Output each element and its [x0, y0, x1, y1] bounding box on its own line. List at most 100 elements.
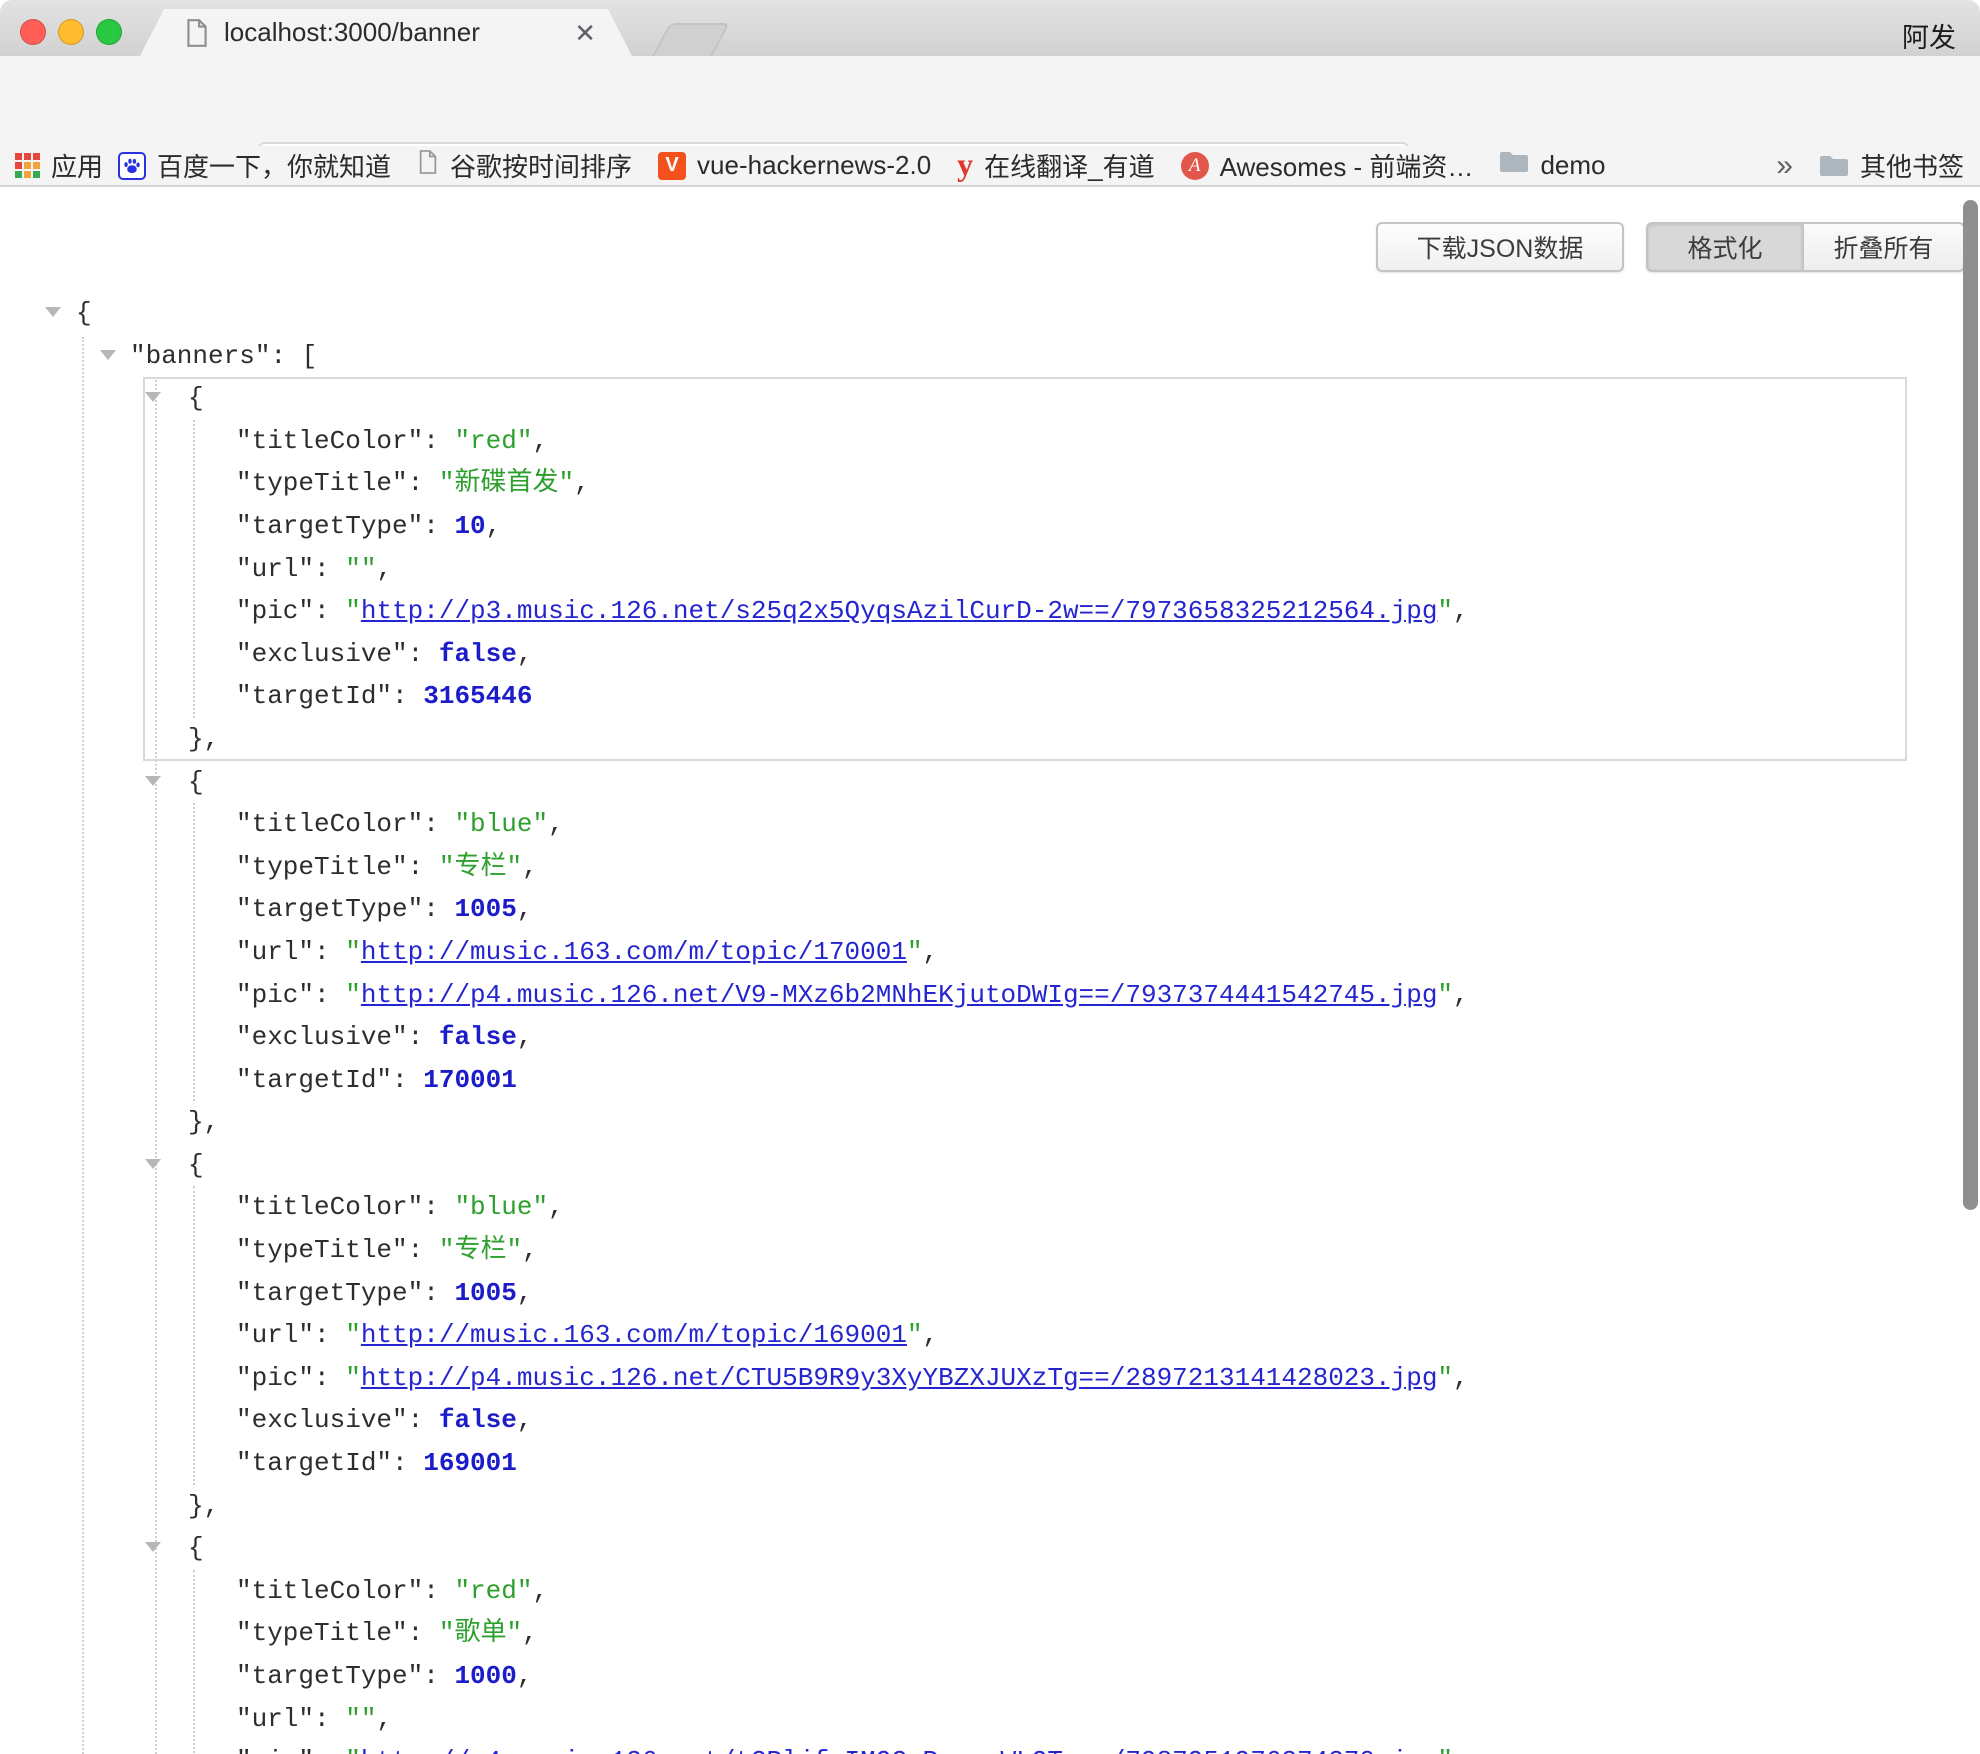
json-punctuation: , — [522, 852, 538, 882]
json-punctuation: : — [408, 639, 439, 669]
indent-guide — [193, 803, 195, 1101]
json-key: "url" — [236, 1320, 314, 1350]
json-link[interactable]: http://music.163.com/m/topic/170001 — [361, 937, 907, 967]
json-punctuation: , — [548, 809, 564, 839]
json-link[interactable]: http://p4.music.126.net/V9-MXz6b2MNhEKju… — [361, 980, 1438, 1010]
json-key: "url" — [236, 937, 314, 967]
new-tab-button[interactable] — [650, 23, 730, 60]
json-key: "titleColor" — [236, 1576, 423, 1606]
json-number-value: 1005 — [454, 894, 516, 924]
json-key: "pic" — [236, 596, 314, 626]
json-string-value: " — [345, 980, 361, 1010]
json-entry-targetType: "targetType": 1000, — [143, 1655, 1907, 1698]
collapse-triangle-icon[interactable] — [100, 350, 116, 360]
bookmark-item-1[interactable]: 谷歌按时间排序 — [417, 147, 632, 184]
json-punctuation: }, — [188, 1107, 219, 1137]
json-string-value: "专栏" — [439, 852, 522, 882]
traffic-lights — [20, 19, 122, 45]
apps-shortcut[interactable]: 应用 — [15, 147, 103, 184]
json-punctuation: : — [314, 554, 345, 584]
json-entry-exclusive: "exclusive": false, — [143, 1016, 1907, 1059]
json-punctuation: : [ — [270, 341, 317, 371]
json-string-value: "专栏" — [439, 1235, 522, 1265]
json-string-value: " — [345, 1363, 361, 1393]
json-link[interactable]: http://p4.music.126.net/tGPljf-IMOCyPvum… — [361, 1746, 1438, 1754]
json-punctuation: }, — [188, 724, 219, 754]
json-punctuation: , — [532, 426, 548, 456]
json-key: "typeTitle" — [236, 1618, 408, 1648]
json-punctuation: , — [517, 1405, 533, 1435]
json-link[interactable]: http://p4.music.126.net/CTU5B9R9y3XyYBZX… — [361, 1363, 1438, 1393]
zoom-window-button[interactable] — [96, 19, 122, 45]
close-window-button[interactable] — [20, 19, 46, 45]
profile-name[interactable]: 阿发 — [1902, 16, 1956, 55]
json-punctuation: : — [392, 681, 423, 711]
collapse-triangle-icon[interactable] — [145, 776, 161, 786]
json-tree: {"banners": [{"titleColor": "red","typeT… — [0, 187, 1980, 1754]
collapse-triangle-icon[interactable] — [145, 1159, 161, 1169]
json-key: "targetType" — [236, 1278, 423, 1308]
json-key: "titleColor" — [236, 426, 423, 456]
json-object-open: { — [143, 1527, 1907, 1570]
indent-guide — [193, 1186, 195, 1484]
json-entry-exclusive: "exclusive": false, — [143, 1399, 1907, 1442]
json-string-value: "red" — [454, 1576, 532, 1606]
browser-tab[interactable]: localhost:3000/banner ✕ — [140, 9, 632, 56]
json-punctuation: , — [522, 1618, 538, 1648]
collapse-triangle-icon[interactable] — [45, 307, 61, 317]
json-entry-pic: "pic": "http://p4.music.126.net/tGPljf-I… — [143, 1740, 1907, 1754]
json-punctuation: { — [76, 298, 92, 328]
bookmarks-overflow-chevron[interactable]: » — [1776, 149, 1793, 183]
bookmark-item-4[interactable]: AAwesomes - 前端资… — [1181, 147, 1474, 184]
json-punctuation: : — [423, 1192, 454, 1222]
json-number-value: 10 — [454, 511, 485, 541]
json-key: "url" — [236, 1704, 314, 1734]
json-punctuation: : — [408, 468, 439, 498]
indent-guide — [193, 1570, 195, 1754]
json-string-value: " — [345, 1746, 361, 1754]
json-entry-titleColor: "titleColor": "red", — [143, 420, 1907, 463]
json-string-value: "red" — [454, 426, 532, 456]
json-string-value: " — [907, 1320, 923, 1350]
tab-title: localhost:3000/banner — [224, 17, 480, 48]
json-punctuation: : — [423, 809, 454, 839]
json-punctuation: : — [314, 596, 345, 626]
collapse-triangle-icon[interactable] — [145, 392, 161, 402]
json-key: "typeTitle" — [236, 1235, 408, 1265]
bookmark-item-3[interactable]: y 在线翻译_有道 — [957, 147, 1154, 184]
json-link[interactable]: http://music.163.com/m/topic/169001 — [361, 1320, 907, 1350]
json-number-value: false — [439, 1405, 517, 1435]
collapse-triangle-icon[interactable] — [145, 1542, 161, 1552]
json-number-value: false — [439, 1022, 517, 1052]
bookmark-item-2[interactable]: Vvue-hackernews-2.0 — [658, 150, 931, 181]
json-string-value: " — [1437, 980, 1453, 1010]
json-key: "typeTitle" — [236, 852, 408, 882]
json-string-value: " — [345, 596, 361, 626]
json-key: "targetType" — [236, 511, 423, 541]
json-link[interactable]: http://p3.music.126.net/s25q2x5QyqsAzilC… — [361, 596, 1438, 626]
bookmark-label: 在线翻译_有道 — [984, 147, 1154, 184]
json-entry-typeTitle: "typeTitle": "专栏", — [143, 1229, 1907, 1272]
browser-window: localhost:3000/banner ✕ 阿发 localhost:300… — [0, 0, 1980, 1754]
other-bookmarks-folder[interactable]: 其他书签 — [1819, 147, 1964, 184]
minimize-window-button[interactable] — [58, 19, 84, 45]
banner-object-3: {"titleColor": "red","typeTitle": "歌单","… — [143, 1527, 1907, 1754]
json-punctuation: , — [517, 1278, 533, 1308]
bookmark-label: vue-hackernews-2.0 — [697, 150, 931, 181]
youdao-icon: y — [957, 150, 973, 182]
json-array-key: "banners": [ — [0, 335, 1980, 378]
bookmark-item-0[interactable]: 百度一下，你就知道 — [118, 147, 391, 184]
json-punctuation: : — [408, 1022, 439, 1052]
json-punctuation: : — [423, 426, 454, 456]
json-punctuation: { — [188, 383, 204, 413]
json-punctuation: { — [188, 767, 204, 797]
json-punctuation: : — [408, 1618, 439, 1648]
scrollbar-thumb[interactable] — [1963, 200, 1978, 1210]
json-entry-titleColor: "titleColor": "red", — [143, 1570, 1907, 1613]
json-key: "targetId" — [236, 1448, 392, 1478]
json-punctuation: : — [408, 1405, 439, 1435]
json-key: "exclusive" — [236, 1405, 408, 1435]
bookmark-item-5[interactable]: demo — [1499, 150, 1605, 181]
json-punctuation: , — [517, 894, 533, 924]
tab-close-icon[interactable]: ✕ — [574, 20, 596, 46]
